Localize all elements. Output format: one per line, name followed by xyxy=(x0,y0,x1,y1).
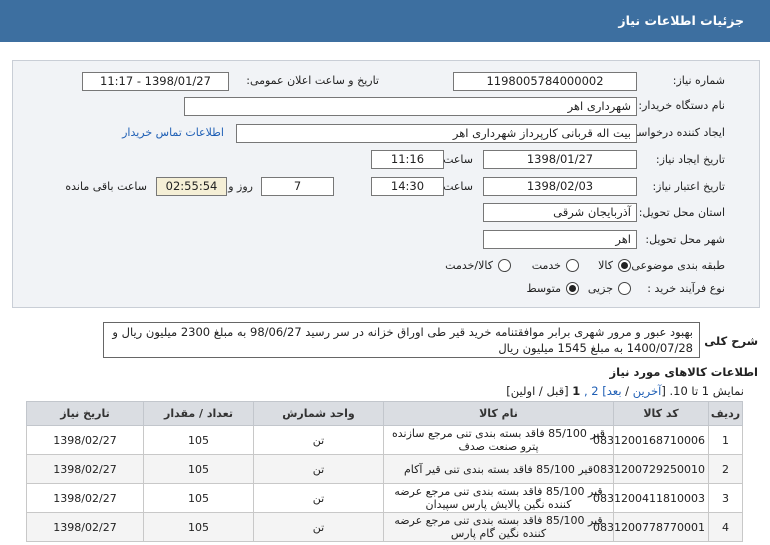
cell-name: قیر 85/100 فاقد بسته بندی تنی مرجع عرضه … xyxy=(383,512,614,542)
cell-qty: 105 xyxy=(143,483,254,513)
col-date: تاریخ نیاز xyxy=(26,401,144,426)
col-name: نام کالا xyxy=(383,401,614,426)
announce-field: 1398/01/27 - 11:17 xyxy=(82,72,229,91)
process-label: نوع فرآیند خرید : xyxy=(647,282,725,295)
table-row: 1 0831200168710006 قیر 85/100 فاقد بسته … xyxy=(26,425,743,455)
cell-name: قیر 85/100 فاقد بسته بندی تنی مرجع عرضه … xyxy=(383,483,614,513)
goods-table: ردیف کد کالا نام کالا واحد شمارش تعداد /… xyxy=(26,401,743,542)
requester-label: ایجاد کننده درخواست: xyxy=(623,126,725,139)
need-details-panel: شماره نیاز: 1198005784000002 تاریخ و ساع… xyxy=(12,60,760,308)
pager-current: 1 xyxy=(572,384,581,398)
remaining-label: ساعت باقی مانده xyxy=(65,180,147,193)
cell-idx: 4 xyxy=(708,512,743,542)
city-label: شهر محل تحویل: xyxy=(645,233,725,246)
pager-suffix: [قبل / اولین] xyxy=(506,384,573,398)
process-minor-label: جزیی xyxy=(587,282,613,295)
validity-date-field: 1398/02/03 xyxy=(483,177,637,196)
cell-unit: تن xyxy=(253,425,384,455)
cell-unit: تن xyxy=(253,483,384,513)
cell-unit: تن xyxy=(253,454,384,484)
pager-mid[interactable]: ] 2 , xyxy=(584,384,607,398)
cell-code: 0831200411810003 xyxy=(593,483,709,513)
category-service-radio[interactable] xyxy=(566,259,579,272)
validity-time-label: ساعت xyxy=(443,180,473,193)
need-number-label: شماره نیاز: xyxy=(672,74,725,87)
col-unit: واحد شمارش xyxy=(253,401,384,426)
category-goods-service-radio[interactable] xyxy=(498,259,511,272)
category-label: طبقه بندی موضوعی: xyxy=(627,259,725,272)
buyer-org-field: شهرداری اهر xyxy=(184,97,637,116)
days-label: روز و xyxy=(228,180,253,193)
process-minor-radio[interactable] xyxy=(618,282,631,295)
created-time-label: ساعت xyxy=(443,153,473,166)
requester-field: بیت اله قربانی کارپرداز شهرداری اهر xyxy=(236,124,637,143)
days-field: 7 xyxy=(261,177,334,196)
goods-heading: اطلاعات کالاهای مورد نیاز xyxy=(609,365,758,379)
cell-idx: 1 xyxy=(708,425,743,455)
province-label: استان محل تحویل: xyxy=(638,206,725,219)
cell-code: 0831200778770001 xyxy=(593,512,709,542)
need-number-field: 1198005784000002 xyxy=(453,72,637,91)
cell-unit: تن xyxy=(253,512,384,542)
cell-idx: 2 xyxy=(708,454,743,484)
cell-date: 1398/02/27 xyxy=(26,483,144,513)
col-qty: تعداد / مقدار xyxy=(143,401,254,426)
validity-time-field: 14:30 xyxy=(371,177,444,196)
cell-name: قیر 85/100 فاقد بسته بندی تنی قیر آکام xyxy=(383,454,614,484)
category-service-label: خدمت xyxy=(531,259,561,272)
table-row: 2 0831200729250010 قیر 85/100 فاقد بسته … xyxy=(26,454,743,484)
pager-last-link[interactable]: آخرین xyxy=(633,384,662,398)
pager-prefix: نمایش 1 تا 10. [ xyxy=(661,384,744,398)
col-row: ردیف xyxy=(708,401,743,426)
cell-date: 1398/02/27 xyxy=(26,512,144,542)
created-date-field: 1398/01/27 xyxy=(483,150,637,169)
remaining-time-field: 02:55:54 xyxy=(156,177,227,196)
created-label: تاریخ ایجاد نیاز: xyxy=(655,153,725,166)
cell-idx: 3 xyxy=(708,483,743,513)
city-field: اهر xyxy=(483,230,637,249)
category-goods-service-label: کالا/خدمت xyxy=(445,259,493,272)
summary-text: بهبود عبور و مرور شهری برابر موافقتنامه … xyxy=(103,322,700,358)
cell-qty: 105 xyxy=(143,512,254,542)
cell-name: قیر 85/100 فاقد بسته بندی تنی مرجع سازند… xyxy=(383,425,614,455)
table-header-row: ردیف کد کالا نام کالا واحد شمارش تعداد /… xyxy=(26,401,743,426)
table-row: 4 0831200778770001 قیر 85/100 فاقد بسته … xyxy=(26,512,743,542)
pager-sep: / xyxy=(621,384,633,398)
cell-qty: 105 xyxy=(143,454,254,484)
validity-label: تاریخ اعتبار نیاز: xyxy=(652,180,725,193)
cell-qty: 105 xyxy=(143,425,254,455)
created-time-field: 11:16 xyxy=(371,150,444,169)
category-goods-label: کالا xyxy=(598,259,613,272)
cell-date: 1398/02/27 xyxy=(26,454,144,484)
buyer-contact-link[interactable]: اطلاعات تماس خریدار xyxy=(122,126,224,139)
announce-label: تاریخ و ساعت اعلان عمومی: xyxy=(246,74,379,87)
province-field: آذربایجان شرقی xyxy=(483,203,637,222)
page-title: جزئیات اطلاعات نیاز xyxy=(0,0,770,42)
cell-code: 0831200168710006 xyxy=(593,425,709,455)
pagination: نمایش 1 تا 10. [آخرین / بعد] 2 , 1 [قبل … xyxy=(506,384,744,398)
table-row: 3 0831200411810003 قیر 85/100 فاقد بسته … xyxy=(26,483,743,513)
pager-next-link[interactable]: بعد xyxy=(607,384,622,398)
process-medium-label: متوسط xyxy=(526,282,561,295)
col-code: کد کالا xyxy=(613,401,709,426)
cell-code: 0831200729250010 xyxy=(593,454,709,484)
buyer-org-label: نام دستگاه خریدار: xyxy=(638,99,725,112)
category-goods-radio[interactable] xyxy=(618,259,631,272)
process-medium-radio[interactable] xyxy=(566,282,579,295)
cell-date: 1398/02/27 xyxy=(26,425,144,455)
